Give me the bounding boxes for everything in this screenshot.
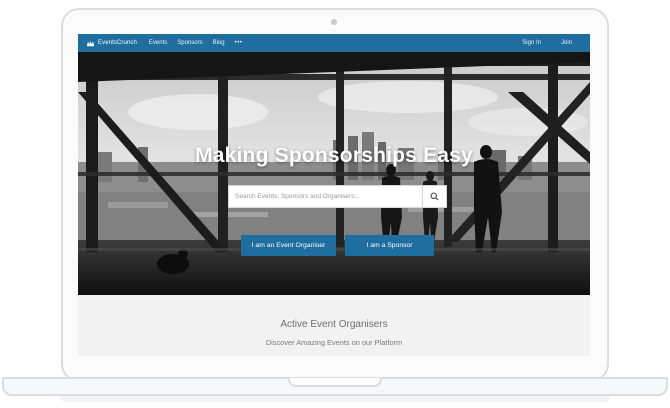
hero-banner: Making Sponsorships Easy I am an Event O… xyxy=(78,52,590,295)
brand-logo[interactable]: EventsCrunch xyxy=(86,39,137,48)
laptop-screen: EventsCrunch Events Sponsors Blog ••• Si… xyxy=(78,34,590,356)
search-button[interactable] xyxy=(422,186,446,207)
nav-link-events[interactable]: Events xyxy=(149,40,167,46)
nav-link-sponsors[interactable]: Sponsors xyxy=(177,40,202,46)
laptop-notch xyxy=(288,378,382,387)
search-bar xyxy=(228,185,447,208)
section-subtitle: Discover Amazing Events on our Platform xyxy=(265,338,403,347)
nav-link-blog[interactable]: Blog xyxy=(213,40,225,46)
camera-dot xyxy=(331,19,337,25)
event-organiser-button[interactable]: I am an Event Organiser xyxy=(241,235,336,256)
laptop-shadow xyxy=(60,396,610,402)
sign-in-link[interactable]: Sign In xyxy=(522,40,541,46)
search-icon xyxy=(430,192,439,201)
sponsor-button[interactable]: I am a Sponsor xyxy=(345,235,434,256)
section-title: Active Event Organisers xyxy=(280,319,388,330)
join-link[interactable]: Join xyxy=(561,40,572,46)
nav-more-menu[interactable]: ••• xyxy=(235,40,243,46)
brand-name: EventsCrunch xyxy=(98,40,137,46)
hero-background-photo xyxy=(78,52,590,295)
hero-title: Making Sponsorships Easy xyxy=(195,144,473,167)
crown-icon xyxy=(86,40,95,46)
active-organisers-section: Active Event Organisers Discover Amazing… xyxy=(78,295,590,356)
nav-auth: Sign In Join xyxy=(522,40,582,46)
top-navbar: EventsCrunch Events Sponsors Blog ••• Si… xyxy=(78,34,590,52)
search-input[interactable] xyxy=(229,186,422,207)
